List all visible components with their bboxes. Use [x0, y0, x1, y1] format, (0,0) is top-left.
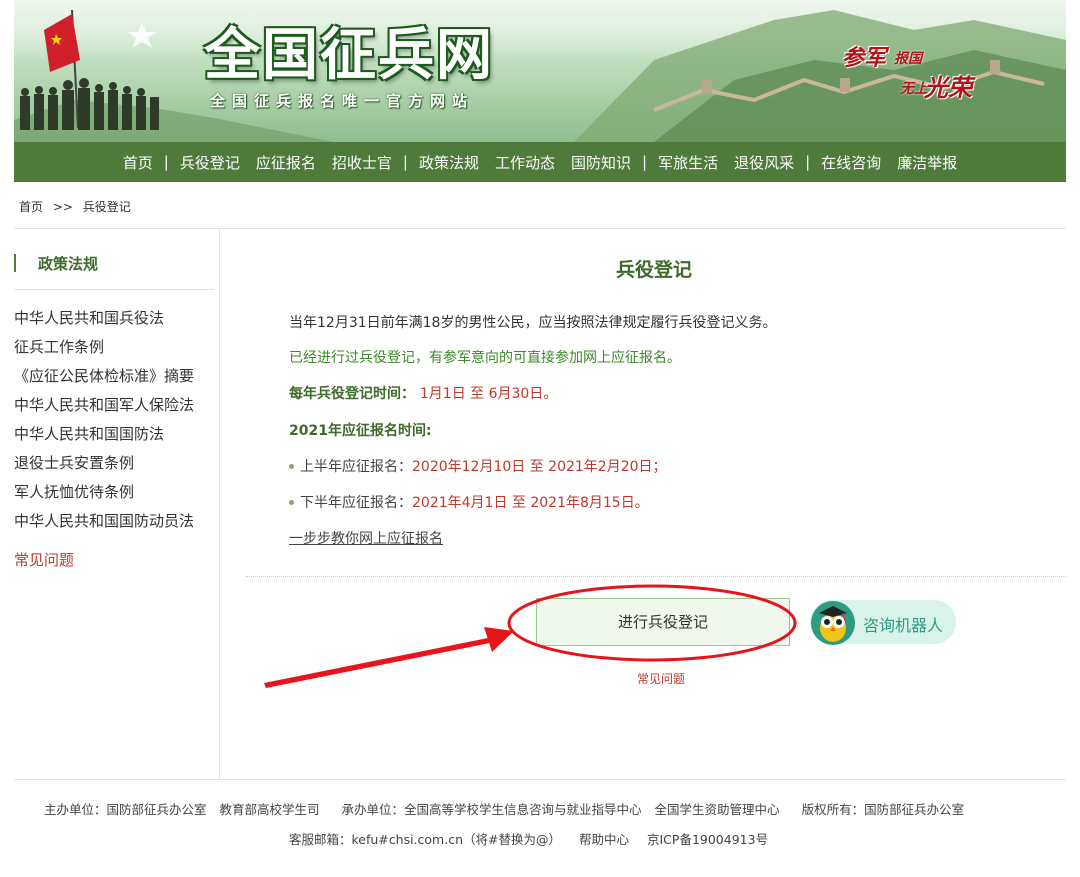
nav-nco-recruitment[interactable]: 招收士官 — [324, 152, 400, 173]
robot-consult-label: 咨询机器人 — [863, 616, 944, 635]
sidebar-title-text: 政策法规 — [38, 254, 99, 273]
footer-help-link[interactable]: 帮助中心 — [579, 832, 629, 847]
sidebar: 政策法规 中华人民共和国兵役法 征兵工作条例 《应征公民体检标准》摘要 中华人民… — [14, 229, 220, 779]
sidebar-item-national-defense-law[interactable]: 中华人民共和国国防法 — [14, 423, 194, 452]
nav-separator: | — [163, 153, 169, 171]
footer-email: 客服邮箱：kefu#chsi.com.cn（将#替换为@） — [289, 832, 561, 847]
breadcrumb: 首页 >> 兵役登记 — [19, 198, 137, 215]
slogan-part2: 报国 — [894, 51, 922, 67]
intro-text: 当年12月31日前年满18岁的男性公民，应当按照法律规定履行兵役登记义务。 — [289, 315, 777, 331]
breadcrumb-home[interactable]: 首页 — [19, 200, 43, 214]
register-button[interactable]: 进行兵役登记 — [536, 598, 790, 646]
site-subtitle: 全国征兵报名唯一官方网站 — [210, 92, 475, 110]
first-half-label: 上半年应征报名： — [300, 459, 412, 475]
nav-work-news[interactable]: 工作动态 — [487, 152, 563, 173]
nav-military-registration[interactable]: 兵役登记 — [172, 152, 248, 173]
first-half-value: 2020年12月10日 至 2021年2月20日； — [412, 459, 667, 475]
site-logo-text: 全国征兵网 — [204, 22, 494, 88]
registration-period-value: 1月1日 至 6月30日。 — [419, 386, 558, 402]
sidebar-item-pension-regulations[interactable]: 军人抚恤优待条例 — [14, 481, 194, 510]
footer-sponsor-2: 教育部高校学生司 — [219, 802, 320, 817]
main-nav: 首页 | 兵役登记 应征报名 招收士官 | 政策法规 工作动态 国防知识 | 军… — [14, 142, 1066, 182]
faq-link[interactable]: 常见问题 — [637, 670, 685, 687]
second-half-label: 下半年应征报名： — [300, 495, 412, 511]
sidebar-item-veteran-placement[interactable]: 退役士兵安置条例 — [14, 452, 194, 481]
logo[interactable]: 全国征兵网 全国征兵报名唯一官方网站 — [204, 24, 494, 111]
second-half-value: 2021年4月1日 至 2021年8月15日。 — [412, 495, 649, 511]
nav-defense-knowledge[interactable]: 国防知识 — [563, 152, 639, 173]
registered-note: 已经进行过兵役登记，有参军意向的可直接参加网上应征报名。 — [289, 350, 681, 366]
nav-integrity-report[interactable]: 廉洁举报 — [889, 152, 965, 173]
registration-period-label: 每年兵役登记时间： — [289, 386, 415, 402]
sidebar-item-military-service-law[interactable]: 中华人民共和国兵役法 — [14, 307, 194, 336]
robot-consult-button[interactable]: 咨询机器人 — [810, 600, 956, 645]
soldiers-icon — [20, 78, 159, 130]
nav-online-consult[interactable]: 在线咨询 — [813, 152, 889, 173]
sidebar-item-military-insurance-law[interactable]: 中华人民共和国军人保险法 — [14, 394, 194, 423]
application-period-heading: 2021年应征报名时间: — [289, 423, 432, 439]
divider — [14, 289, 214, 290]
nav-enlistment[interactable]: 应征报名 — [248, 152, 324, 173]
sidebar-item-physical-standards[interactable]: 《应征公民体检标准》摘要 — [14, 365, 194, 394]
nav-veterans[interactable]: 退役风采 — [726, 152, 802, 173]
sidebar-title-bar — [14, 254, 16, 272]
first-half-period: 上半年应征报名：2020年12月10日 至 2021年2月20日； — [289, 456, 667, 476]
slogan-part1: 参军 — [842, 45, 887, 71]
nav-policy[interactable]: 政策法规 — [411, 152, 487, 173]
nav-military-life[interactable]: 军旅生活 — [650, 152, 726, 173]
arrow-icon — [264, 627, 514, 688]
sidebar-title: 政策法规 — [14, 253, 98, 273]
footer-organizer-2: 全国学生资助管理中心 — [654, 802, 780, 817]
star-icon — [127, 22, 157, 48]
registration-period: 每年兵役登记时间： 1月1日 至 6月30日。 — [289, 383, 557, 403]
nav-separator: | — [642, 153, 648, 171]
sidebar-item-defense-mobilization-law[interactable]: 中华人民共和国国防动员法 — [14, 510, 194, 539]
bullet-icon — [289, 463, 294, 469]
footer-icp[interactable]: 京ICP备19004913号 — [647, 832, 768, 847]
breadcrumb-separator: >> — [52, 200, 73, 214]
breadcrumb-current: 兵役登记 — [82, 200, 131, 214]
footer-sponsor: 主办单位：国防部征兵办公室 — [44, 802, 207, 817]
guide-link[interactable]: 一步步教你网上应征报名 — [289, 528, 443, 548]
slogan: 参军 报国 无上 光荣 — [842, 40, 982, 110]
footer-contact: 客服邮箱：kefu#chsi.com.cn（将#替换为@） 帮助中心 京ICP备19… — [289, 829, 786, 848]
page-title: 兵役登记 — [616, 259, 693, 281]
nav-separator: | — [805, 153, 811, 171]
sidebar-item-conscription-regulations[interactable]: 征兵工作条例 — [14, 336, 194, 365]
footer-organizer: 承办单位：全国高等学校学生信息咨询与就业指导中心 — [341, 802, 642, 817]
slogan-part4: 光荣 — [924, 73, 972, 102]
bullet-icon — [289, 499, 294, 505]
divider — [246, 576, 1066, 577]
nav-separator: | — [402, 153, 408, 171]
nav-home[interactable]: 首页 — [115, 152, 161, 173]
footer-info: 主办单位：国防部征兵办公室 教育部高校学生司 承办单位：全国高等学校学生信息咨询与就… — [44, 799, 977, 818]
sidebar-faq-link[interactable]: 常见问题 — [14, 549, 74, 570]
footer-divider — [14, 779, 1066, 780]
sidebar-list: 中华人民共和国兵役法 征兵工作条例 《应征公民体检标准》摘要 中华人民共和国军人… — [14, 307, 194, 539]
second-half-period: 下半年应征报名：2021年4月1日 至 2021年8月15日。 — [289, 492, 649, 512]
site-banner: 全国征兵网 全国征兵报名唯一官方网站 参军 报国 无上 光荣 — [14, 0, 1066, 142]
robot-owl-icon — [811, 601, 855, 645]
footer-copyright: 版权所有：国防部征兵办公室 — [801, 802, 965, 817]
